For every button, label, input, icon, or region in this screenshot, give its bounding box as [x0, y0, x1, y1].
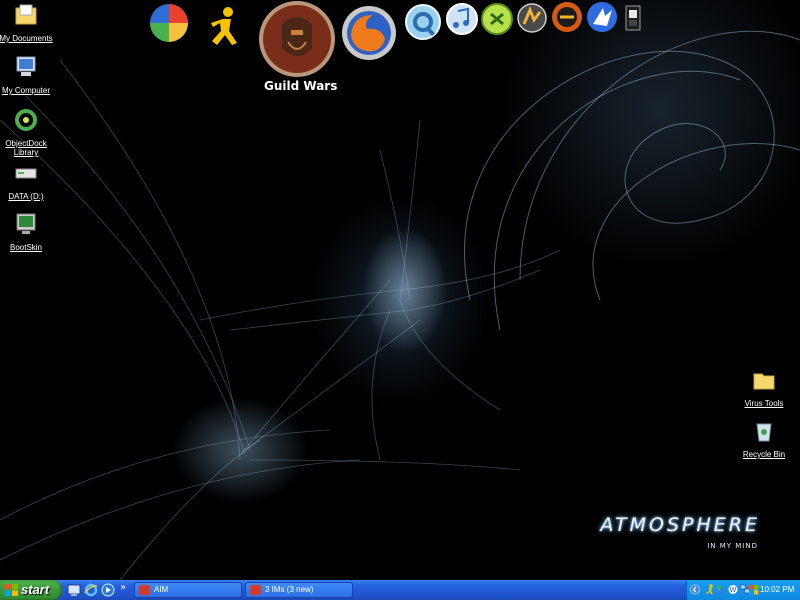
desktop-icon-label: My Documents: [0, 34, 53, 43]
quicktime-icon[interactable]: [404, 3, 442, 41]
quick-launch-overflow[interactable]: »: [120, 582, 126, 593]
task-button-label: 3 IMs (3 new): [265, 585, 314, 594]
aim-window-icon: [139, 585, 150, 595]
aim-running-man-icon[interactable]: [203, 5, 247, 49]
app-icon[interactable]: [585, 0, 619, 34]
bootskin-icon: [16, 213, 36, 234]
windows-flag-icon: [5, 584, 18, 596]
desktop-icon-label: Recycle Bin: [742, 450, 786, 459]
desktop-icon-my-computer[interactable]: My Computer: [0, 54, 56, 95]
objectdock-library-icon: [15, 109, 37, 131]
task-button-ims[interactable]: 3 IMs (3 new): [245, 582, 353, 598]
task-button-label: AIM: [154, 585, 169, 594]
desktop[interactable]: My Documents My Computer ObjectDock Libr…: [0, 0, 800, 580]
start-label: start: [21, 582, 50, 597]
trash-icon[interactable]: [620, 2, 646, 34]
desktop-icon-objectdock-library[interactable]: ObjectDock Library: [0, 107, 56, 157]
taskbar: start » AIM 3 IMs (3 new) W 10:02 PM: [0, 580, 800, 600]
my-computer-icon: [16, 56, 36, 76]
my-documents-icon: [15, 4, 37, 25]
wallpaper-atmosphere: [0, 30, 800, 580]
recycle-bin-icon: [756, 423, 772, 442]
word-tray-icon[interactable]: W: [728, 584, 738, 595]
firefox-icon[interactable]: [341, 5, 397, 61]
desktop-icon-label: My Computer: [1, 86, 50, 95]
im-window-icon: [250, 585, 261, 595]
system-tray: W 10:02 PM: [686, 580, 800, 600]
svg-text:W: W: [730, 586, 737, 594]
desktop-icon-label: BootSkin: [9, 243, 43, 252]
desktop-icon-label: ObjectDock Library: [5, 139, 47, 157]
desktop-icon-data-drive[interactable]: DATA (D:): [0, 160, 56, 201]
aim-tray-icon[interactable]: [705, 584, 715, 595]
tray-expand-icon[interactable]: [690, 584, 700, 595]
desktop-icon-label: DATA (D:): [8, 192, 44, 201]
wallpaper-brand: ATMOSPHERE IN MY MIND: [530, 514, 760, 550]
desktop-icon-virus-tools[interactable]: Virus Tools: [734, 367, 794, 408]
desktop-icon-bootskin[interactable]: BootSkin: [0, 211, 56, 252]
desktop-icon-label: Virus Tools: [744, 399, 784, 408]
desktop-icon-my-documents[interactable]: My Documents: [0, 2, 56, 43]
winamp-icon[interactable]: [516, 2, 548, 34]
internet-explorer-icon[interactable]: [84, 583, 98, 597]
windows-media-icon[interactable]: [148, 2, 190, 44]
wallpaper-subtitle: IN MY MIND: [707, 542, 758, 550]
msn-tray-icon[interactable]: [716, 584, 726, 595]
clock[interactable]: 10:02 PM: [760, 585, 794, 594]
nero-icon[interactable]: [480, 2, 514, 36]
desktop-icon-recycle-bin[interactable]: Recycle Bin: [734, 418, 794, 459]
itunes-icon[interactable]: [445, 2, 479, 36]
virus-tools-folder-icon: [753, 373, 775, 390]
start-button[interactable]: start: [0, 580, 62, 600]
windows-media-player-icon[interactable]: [101, 583, 115, 597]
data-drive-icon: [15, 168, 37, 179]
music-app-icon[interactable]: [550, 0, 584, 34]
wallpaper-title: ATMOSPHERE: [600, 514, 760, 536]
windows-tray-icon[interactable]: [749, 584, 759, 595]
dock-hover-label: Guild Wars: [264, 79, 338, 93]
show-desktop-icon[interactable]: [67, 583, 81, 597]
task-button-aim[interactable]: AIM: [134, 582, 242, 598]
guild-wars-icon[interactable]: [258, 0, 336, 78]
